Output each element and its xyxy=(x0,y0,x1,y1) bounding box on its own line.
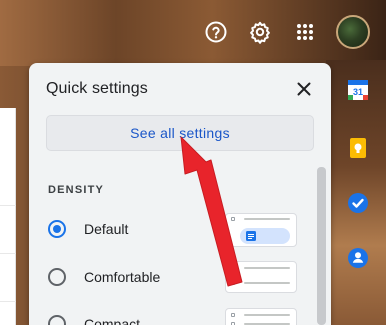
help-icon xyxy=(205,21,227,43)
account-avatar[interactable] xyxy=(336,15,370,49)
google-tasks-icon[interactable] xyxy=(347,192,369,214)
google-keep-icon[interactable] xyxy=(347,137,369,159)
density-radio-compact[interactable] xyxy=(48,315,66,325)
density-label-comfortable: Comfortable xyxy=(84,269,161,285)
density-label-default: Default xyxy=(84,221,129,237)
quick-settings-panel: Quick settings See all settings DENSITY … xyxy=(29,63,331,325)
attachment-icon xyxy=(246,231,256,241)
close-icon xyxy=(297,82,311,96)
density-preview-compact xyxy=(225,308,297,325)
density-radio-default[interactable] xyxy=(48,220,66,238)
settings-button[interactable] xyxy=(243,15,277,49)
header-background xyxy=(0,0,386,66)
gear-icon xyxy=(250,21,270,44)
quick-settings-title: Quick settings xyxy=(46,80,148,97)
close-button[interactable] xyxy=(292,77,316,101)
help-button[interactable] xyxy=(199,15,233,49)
density-section-title: DENSITY xyxy=(48,184,105,196)
density-preview-comfortable xyxy=(225,261,297,293)
calendar-day-number: 31 xyxy=(353,87,363,97)
mail-list-edge xyxy=(0,108,16,325)
panel-scrollbar[interactable] xyxy=(317,167,326,325)
see-all-settings-button[interactable]: See all settings xyxy=(46,115,314,151)
apps-grid-icon xyxy=(297,24,313,40)
density-radio-comfortable[interactable] xyxy=(48,268,66,286)
density-preview-default xyxy=(225,213,297,247)
density-label-compact: Compact xyxy=(84,316,141,325)
google-contacts-icon[interactable] xyxy=(347,247,369,269)
apps-button[interactable] xyxy=(288,15,322,49)
google-calendar-icon[interactable]: 31 xyxy=(347,79,369,101)
